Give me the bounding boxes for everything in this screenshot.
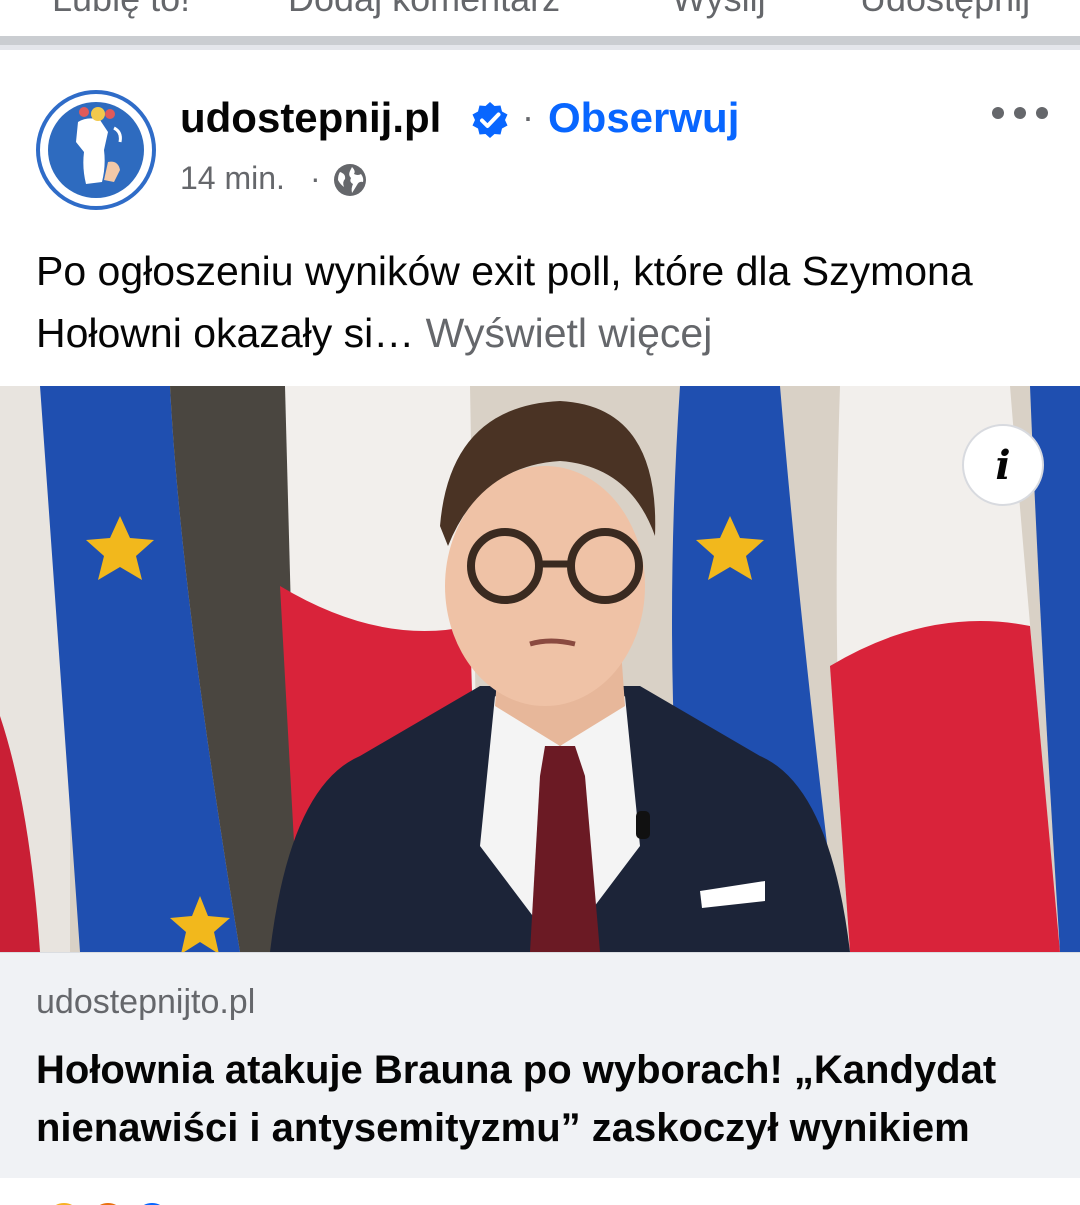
share-button[interactable]: Udostępnij	[860, 0, 1030, 20]
haha-reaction-icon	[44, 1200, 84, 1205]
post-timestamp[interactable]: 14 min.	[180, 160, 285, 197]
see-more-link[interactable]: Wyświetl więcej	[426, 310, 713, 356]
send-button[interactable]: Wyślij	[672, 0, 766, 20]
like-button[interactable]: Lubię to!	[52, 0, 190, 20]
page-logo	[48, 102, 144, 198]
header-separator: ·	[522, 96, 534, 137]
info-icon: i	[995, 442, 1011, 489]
more-horizontal-icon[interactable]	[990, 100, 1050, 126]
globe-icon[interactable]	[332, 162, 368, 198]
verified-badge-icon	[472, 102, 508, 138]
post-image[interactable]	[0, 386, 1080, 952]
follow-button[interactable]: Obserwuj	[548, 94, 739, 142]
comment-button[interactable]: Dodaj komentarz	[288, 0, 560, 20]
post-text: Po ogłoszeniu wyników exit poll, które d…	[36, 240, 1046, 364]
info-button[interactable]: i	[962, 424, 1044, 506]
wow-reaction-icon	[88, 1200, 128, 1205]
feed-separator	[0, 36, 1080, 50]
page-name[interactable]: udostepnij.pl	[180, 94, 441, 142]
previous-post-action-bar: Lubię to! Dodaj komentarz Wyślij Udostęp…	[0, 0, 1080, 36]
meta-separator: ·	[310, 160, 321, 196]
link-domain: udostepnijto.pl	[36, 983, 256, 1021]
link-title: Hołownia atakuje Brauna po wyborach! „Ka…	[36, 1048, 997, 1150]
page-avatar[interactable]	[36, 90, 156, 210]
link-preview[interactable]: udostepnijto.pl Hołownia atakuje Brauna …	[0, 952, 1080, 1178]
reactions-row[interactable]	[0, 1178, 1080, 1205]
like-reaction-icon	[132, 1200, 172, 1205]
